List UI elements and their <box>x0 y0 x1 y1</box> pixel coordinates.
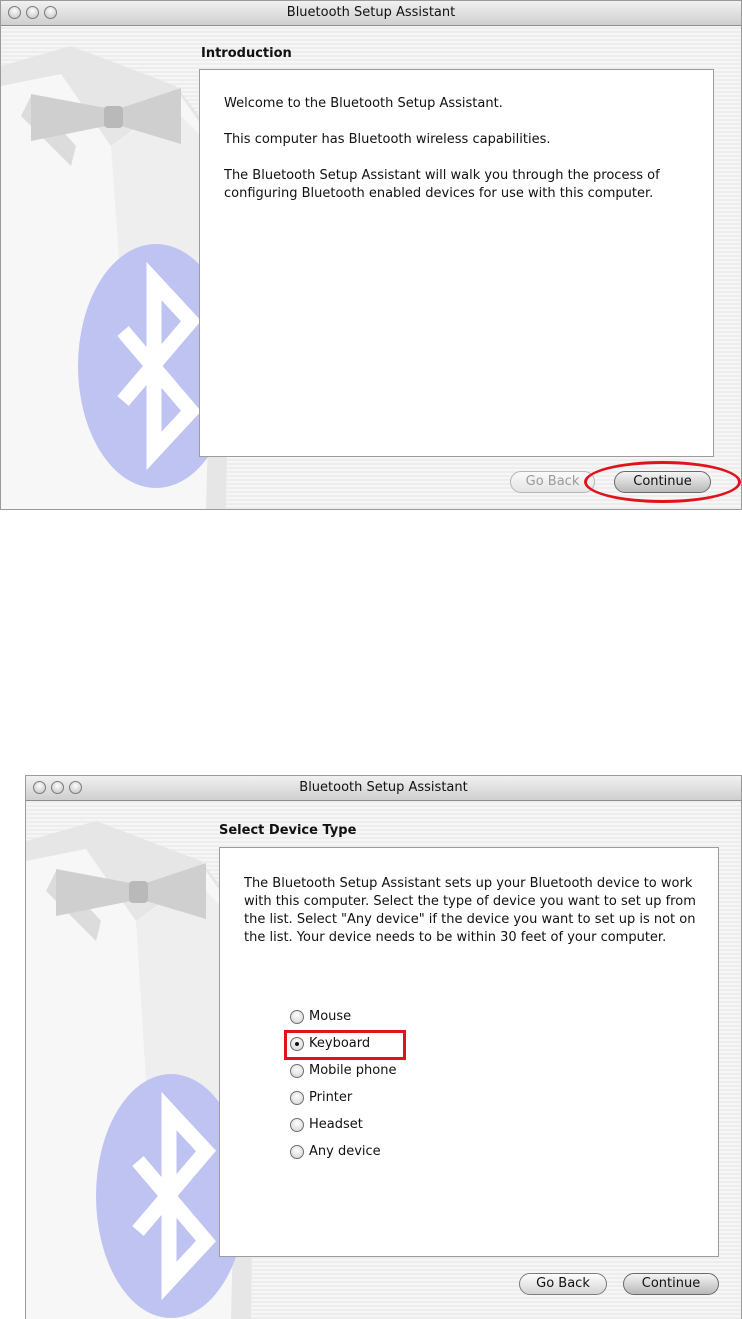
radio-button[interactable] <box>290 1091 304 1105</box>
go-back-button[interactable]: Go Back <box>519 1273 607 1295</box>
radio-label: Any device <box>309 1144 381 1159</box>
step-title: Select Device Type <box>219 823 357 838</box>
window-content: Introduction Welcome to the Bluetooth Se… <box>1 26 741 509</box>
welcome-text: Welcome to the Bluetooth Setup Assistant… <box>224 96 503 111</box>
bluetooth-setup-window-intro: Bluetooth Setup Assistant Introduction W… <box>0 0 742 510</box>
description-text: The Bluetooth Setup Assistant will walk … <box>224 168 660 201</box>
content-panel: Welcome to the Bluetooth Setup Assistant… <box>199 69 714 457</box>
radio-button[interactable] <box>290 1064 304 1078</box>
window-title: Bluetooth Setup Assistant <box>286 5 456 20</box>
highlight-circle-annotation <box>584 461 741 503</box>
radio-label: Headset <box>309 1117 363 1132</box>
continue-button[interactable]: Continue <box>623 1273 719 1295</box>
radio-label: Mobile phone <box>309 1063 397 1078</box>
radio-button[interactable] <box>290 1145 304 1159</box>
window-content: Select Device Type The Bluetooth Setup A… <box>26 801 741 1319</box>
go-back-button[interactable]: Go Back <box>510 471 595 493</box>
radio-button[interactable] <box>290 1010 304 1024</box>
title-bar[interactable]: Bluetooth Setup Assistant <box>26 776 741 801</box>
description-text: The Bluetooth Setup Assistant sets up yo… <box>244 876 696 945</box>
content-panel: The Bluetooth Setup Assistant sets up yo… <box>219 847 719 1257</box>
window-title: Bluetooth Setup Assistant <box>299 780 468 795</box>
radio-label: Printer <box>309 1090 353 1105</box>
radio-button[interactable] <box>290 1118 304 1132</box>
step-title: Introduction <box>201 46 292 61</box>
capability-text: This computer has Bluetooth wireless cap… <box>224 132 551 147</box>
radio-label: Mouse <box>309 1009 352 1024</box>
highlight-box-annotation <box>284 1030 406 1060</box>
bluetooth-setup-window-device-type: Bluetooth Setup Assistant Select Device … <box>25 775 742 1319</box>
title-bar[interactable]: Bluetooth Setup Assistant <box>1 1 741 26</box>
